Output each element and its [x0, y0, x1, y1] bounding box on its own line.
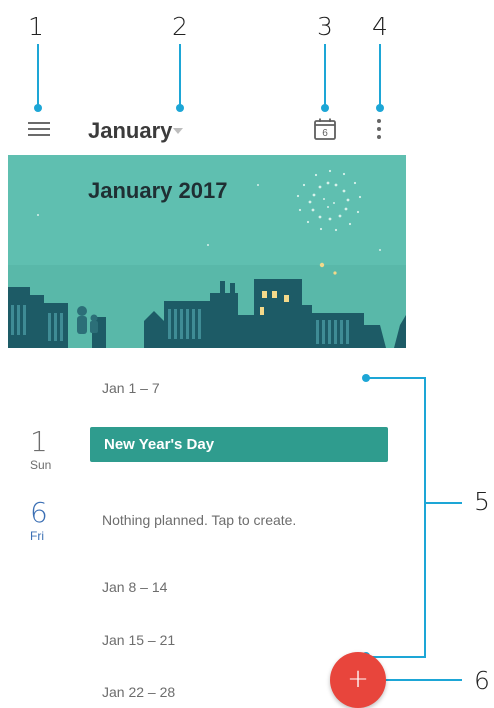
event-label: New Year's Day [104, 436, 215, 453]
month-title[interactable]: January [88, 118, 172, 144]
callout-6-line [380, 679, 462, 681]
day-number-1[interactable]: 1 [30, 428, 48, 456]
callout-5-line-vertical [424, 377, 426, 658]
callout-3: 3 [317, 12, 333, 41]
callout-5: 5 [474, 487, 490, 516]
callout-1-dot [34, 104, 42, 112]
banner-title: January 2017 [88, 178, 228, 203]
week-label-1: Jan 1 – 7 [102, 380, 160, 396]
day-weekday-6: Fri [30, 529, 44, 543]
callout-1: 1 [28, 12, 44, 41]
callout-2-line [179, 44, 181, 106]
callout-4: 4 [372, 12, 388, 41]
day-number-6[interactable]: 6 [30, 499, 48, 527]
plus-icon: + [347, 664, 369, 694]
callout-5-line-top [366, 377, 426, 379]
week-label-4: Jan 22 – 28 [102, 684, 176, 700]
overflow-menu-icon[interactable] [376, 119, 382, 139]
callout-4-line [379, 44, 381, 106]
menu-icon[interactable] [28, 122, 50, 138]
today-calendar-icon[interactable]: 6 [313, 118, 337, 140]
day-weekday-1: Sun [30, 458, 52, 472]
week-label-2: Jan 8 – 14 [102, 579, 168, 595]
callout-6: 6 [474, 666, 490, 695]
event-new-years-day[interactable]: New Year's Day [90, 427, 388, 462]
callout-2-dot [176, 104, 184, 112]
week-label-3: Jan 15 – 21 [102, 632, 176, 648]
nothing-planned-text[interactable]: Nothing planned. Tap to create. [102, 512, 296, 528]
callout-5-line-out [426, 502, 462, 504]
add-event-button[interactable]: + [330, 652, 386, 708]
callout-2: 2 [172, 12, 188, 41]
callout-1-line [37, 44, 39, 106]
callout-4-dot [376, 104, 384, 112]
callout-3-dot [321, 104, 329, 112]
dropdown-arrow-icon[interactable] [173, 128, 183, 134]
today-day-number: 6 [322, 128, 328, 139]
callout-3-line [324, 44, 326, 106]
